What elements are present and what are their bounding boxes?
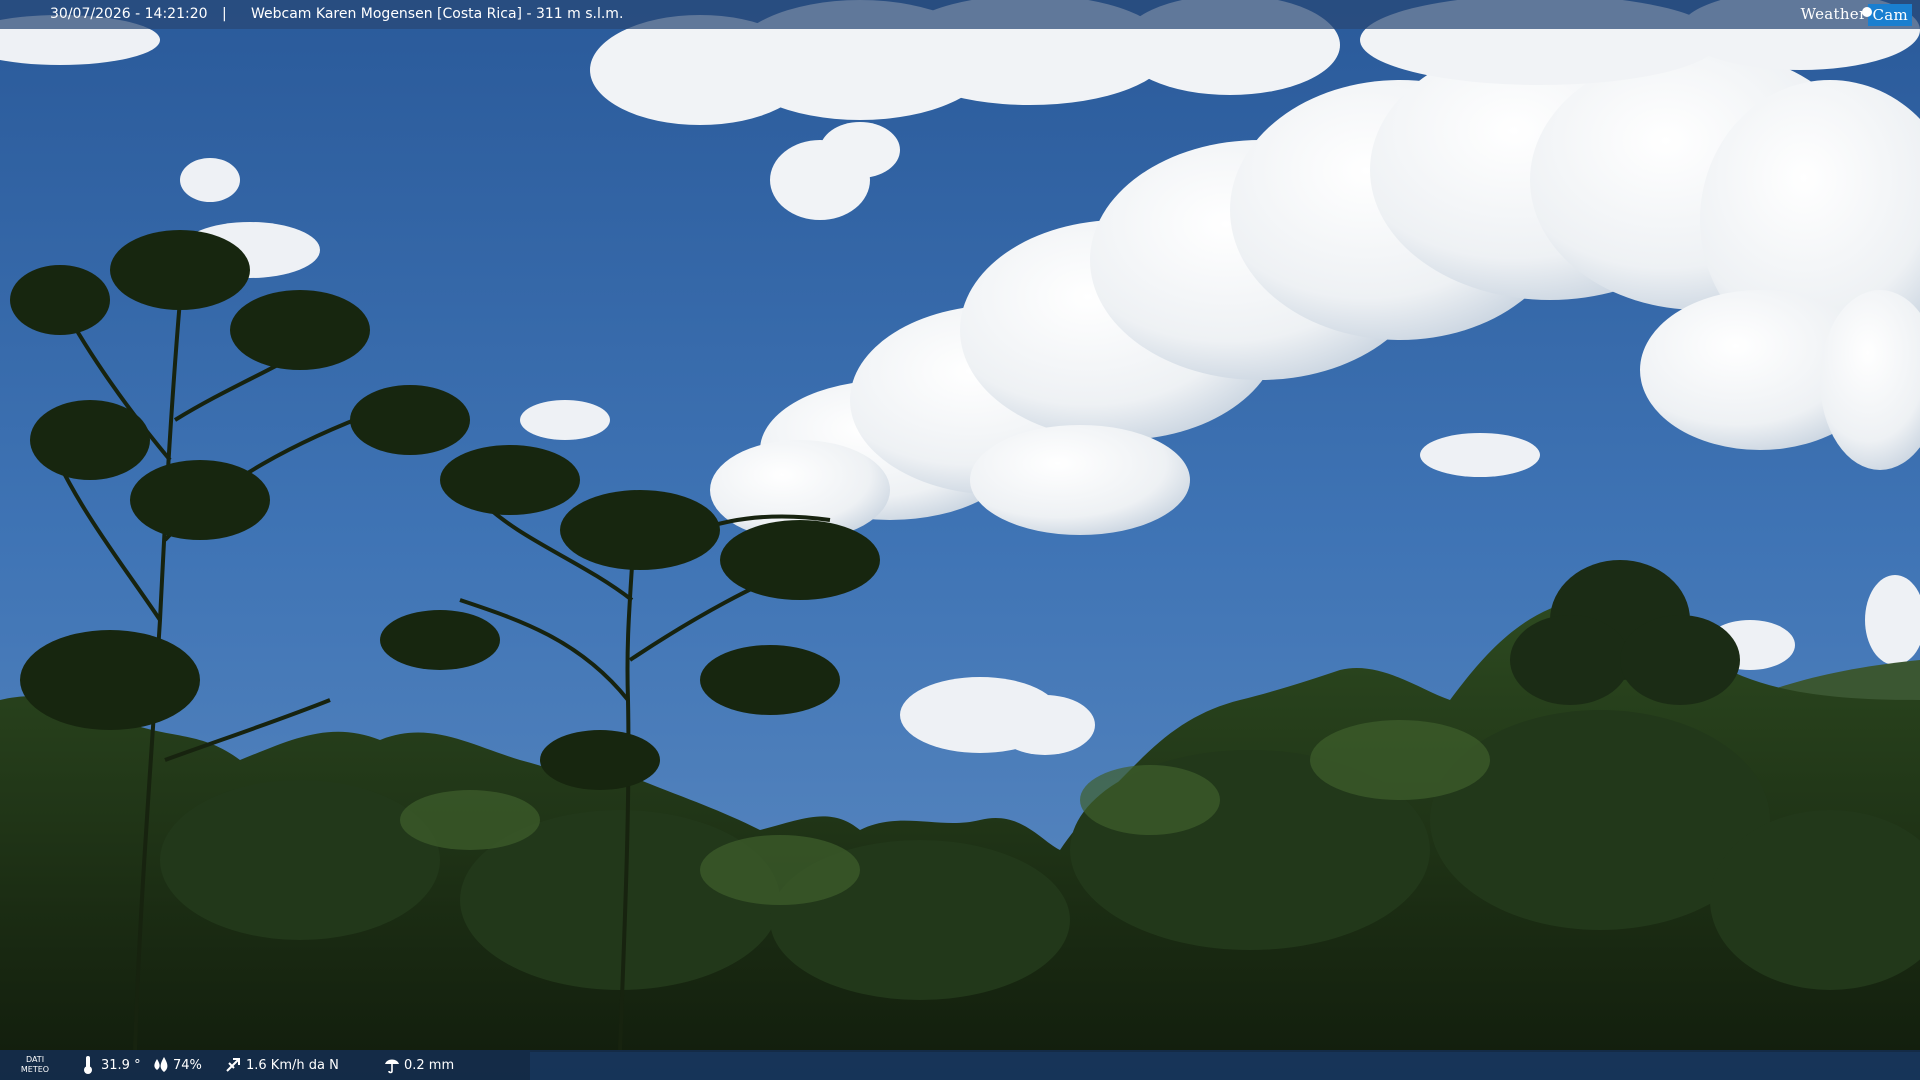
webcam-frame: 30/07/2026 - 14:21:20 | Webcam Karen Mog…: [0, 0, 1920, 1080]
webcam-title: Webcam Karen Mogensen [Costa Rica] - 311…: [251, 6, 624, 22]
wind-reading: 1.6 Km/h da N: [225, 1050, 339, 1080]
meteo-bar-extension: [530, 1052, 1920, 1080]
thermometer-icon: [80, 1055, 96, 1075]
rain-reading: 0.2 mm: [383, 1050, 454, 1080]
meteo-label-line1: DATI: [25, 1055, 45, 1064]
temperature-value: 31.9 °: [101, 1057, 141, 1073]
timestamp: 30/07/2026 - 14:21:20: [50, 6, 208, 22]
top-overlay-bar: 30/07/2026 - 14:21:20 | Webcam Karen Mog…: [0, 0, 1920, 29]
separator: |: [222, 6, 227, 22]
webcam-image: [0, 0, 1920, 1080]
humidity-value: 74%: [173, 1057, 202, 1073]
meteo-label-line2: METEO: [20, 1065, 50, 1074]
logo-dot: [1862, 6, 1873, 17]
logo-cam-box: Cam: [1862, 3, 1912, 26]
meteo-label: DATI METEO: [18, 1050, 52, 1080]
weathercam-logo: Weather Cam: [1801, 2, 1912, 27]
rain-gauge-icon: [383, 1055, 399, 1075]
wind-value: 1.6 Km/h da N: [246, 1057, 339, 1073]
humidity-icon: [152, 1055, 168, 1075]
logo-cam-text: Cam: [1872, 5, 1908, 24]
rain-value: 0.2 mm: [404, 1057, 455, 1073]
temperature-reading: 31.9 °: [80, 1050, 141, 1080]
humidity-reading: 74%: [152, 1050, 202, 1080]
logo-weather-text: Weather: [1800, 5, 1867, 23]
wind-icon: [225, 1055, 241, 1075]
